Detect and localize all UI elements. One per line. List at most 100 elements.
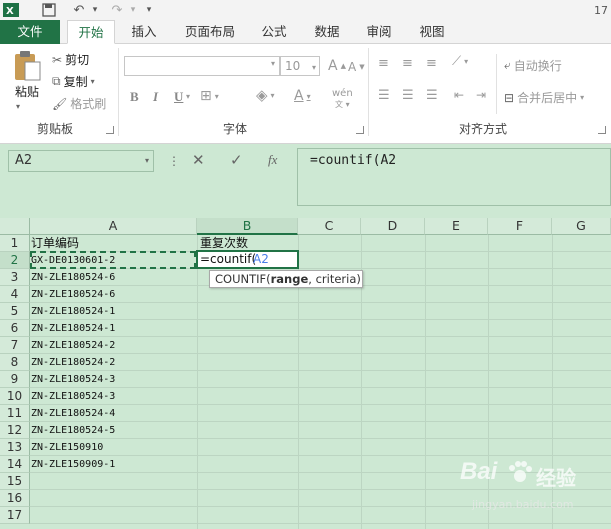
cell-a14[interactable]: ZN-ZLE150909-1 [31,456,115,473]
formula-input[interactable]: =countif(A2 [297,148,611,206]
row-header-3[interactable]: 3 [0,269,30,286]
row-header-17[interactable]: 17 [0,507,30,524]
row-header-5[interactable]: 5 [0,303,30,320]
clipboard-launcher-icon[interactable] [106,126,114,134]
paste-dropdown-icon[interactable]: ▾ [16,102,20,111]
row-header-2[interactable]: 2 [0,252,30,269]
title-number: 17 [594,3,608,17]
enter-icon[interactable]: ✓ [230,151,243,169]
reference-highlight-a2 [30,251,196,269]
font-launcher-icon[interactable] [356,126,364,134]
name-box[interactable]: A2 ▾ [8,150,154,172]
fill-color-icon[interactable]: ◈ ▾ [256,86,275,104]
phonetic-icon[interactable]: wén 文 ▾ [332,88,353,110]
row-header-4[interactable]: 4 [0,286,30,303]
font-color-icon[interactable]: A ▾ [294,88,311,104]
font-name-select[interactable]: ▾ [124,56,280,76]
undo-icon[interactable]: ↶ [70,1,88,19]
column-header-e[interactable]: E [425,218,488,235]
row-header-15[interactable]: 15 [0,473,30,490]
font-group-label: 字体 [222,122,247,136]
row-header-13[interactable]: 13 [0,439,30,456]
row-header-10[interactable]: 10 [0,388,30,405]
orientation-icon[interactable]: ⟋ ▾ [452,54,468,69]
tab-data[interactable]: 数据 [303,20,351,44]
cut-button[interactable]: ✂ 剪切 [52,51,89,68]
tab-file[interactable]: 文件 [0,20,60,44]
chevron-down-icon: ▾ [270,59,275,68]
align-top-icon[interactable]: ≡ [378,56,389,71]
row-header-8[interactable]: 8 [0,354,30,371]
decrease-indent-icon[interactable]: ⇤ [454,88,464,102]
redo-dropdown-icon[interactable]: ▾ [128,1,138,19]
alignment-launcher-icon[interactable] [598,126,606,134]
align-center-icon[interactable]: ☰ [402,88,414,103]
underline-dropdown-icon[interactable]: ▾ [186,92,190,101]
column-header-g[interactable]: G [552,218,611,235]
cancel-icon[interactable]: ✕ [192,151,205,169]
cell-a11[interactable]: ZN-ZLE180524-4 [31,405,115,422]
underline-button[interactable]: U [174,89,183,105]
select-all-button[interactable] [0,218,30,235]
cell-a8[interactable]: ZN-ZLE180524-2 [31,354,115,371]
row-header-6[interactable]: 6 [0,320,30,337]
row-header-9[interactable]: 9 [0,371,30,388]
merge-center-button[interactable]: ⊟ 合并后居中 ▾ [504,89,584,106]
align-bottom-icon[interactable]: ≡ [426,56,437,71]
tab-insert[interactable]: 插入 [120,20,168,44]
align-middle-icon[interactable]: ≡ [402,56,413,71]
shrink-font-icon[interactable]: A ▼ [348,60,365,74]
paste-button[interactable]: 粘贴 [12,50,42,100]
column-header-d[interactable]: D [361,218,425,235]
insert-function-icon[interactable]: fx [268,152,277,168]
tab-page-layout[interactable]: 页面布局 [177,20,243,44]
cell-a9[interactable]: ZN-ZLE180524-3 [31,371,115,388]
copy-label: 复制 [63,75,88,89]
redo-icon[interactable]: ↷ [108,1,126,19]
cell-a4[interactable]: ZN-ZLE180524-6 [31,286,115,303]
format-painter-button[interactable]: 🖌 格式刷 [52,95,106,112]
copy-icon: ⧉ [52,74,61,88]
row-header-1[interactable]: 1 [0,235,30,252]
bold-button[interactable]: B [130,89,139,105]
cell-a7[interactable]: ZN-ZLE180524-2 [31,337,115,354]
active-cell-b2[interactable]: =countif(A2 [196,250,299,269]
column-header-c[interactable]: C [298,218,361,235]
align-left-icon[interactable]: ☰ [378,88,390,103]
tab-home[interactable]: 开始 [67,20,115,44]
row-header-11[interactable]: 11 [0,405,30,422]
undo-dropdown-icon[interactable]: ▾ [90,1,100,19]
cell-a12[interactable]: ZN-ZLE180524-5 [31,422,115,439]
wrap-text-label: 自动换行 [513,59,562,73]
cell-a13[interactable]: ZN-ZLE150910 [31,439,103,456]
cell-a6[interactable]: ZN-ZLE180524-1 [31,320,115,337]
save-icon[interactable] [40,1,58,19]
tab-view[interactable]: 视图 [408,20,456,44]
grid-hline [30,455,611,456]
grow-font-icon[interactable]: A ▲ [328,58,346,74]
cell-a3[interactable]: ZN-ZLE180524-6 [31,269,115,286]
customize-toolbar-icon[interactable]: ▾ [142,1,156,19]
tab-formulas[interactable]: 公式 [250,20,298,44]
more-options-icon[interactable]: ⋮ [168,154,180,168]
wrap-text-button[interactable]: ⤶ 自动换行 [504,57,562,74]
tab-review[interactable]: 审阅 [355,20,403,44]
column-header-b[interactable]: B [197,218,298,235]
row-header-14[interactable]: 14 [0,456,30,473]
cell-a1[interactable]: 订单编码 [31,235,79,252]
tooltip-arg-range[interactable]: range [271,272,309,286]
row-header-16[interactable]: 16 [0,490,30,507]
cell-a5[interactable]: ZN-ZLE180524-1 [31,303,115,320]
row-header-12[interactable]: 12 [0,422,30,439]
borders-icon[interactable]: ⊞ ▾ [200,88,219,104]
increase-indent-icon[interactable]: ⇥ [476,88,486,102]
column-header-a[interactable]: A [30,218,197,235]
row-header-7[interactable]: 7 [0,337,30,354]
column-header-f[interactable]: F [488,218,552,235]
italic-button[interactable]: I [153,89,158,105]
align-right-icon[interactable]: ☰ [426,88,438,103]
cell-a10[interactable]: ZN-ZLE180524-3 [31,388,115,405]
chevron-down-icon: ▾ [311,63,316,72]
copy-button[interactable]: ⧉ 复制 ▾ [52,73,95,90]
font-size-select[interactable]: 10 ▾ [280,56,320,76]
